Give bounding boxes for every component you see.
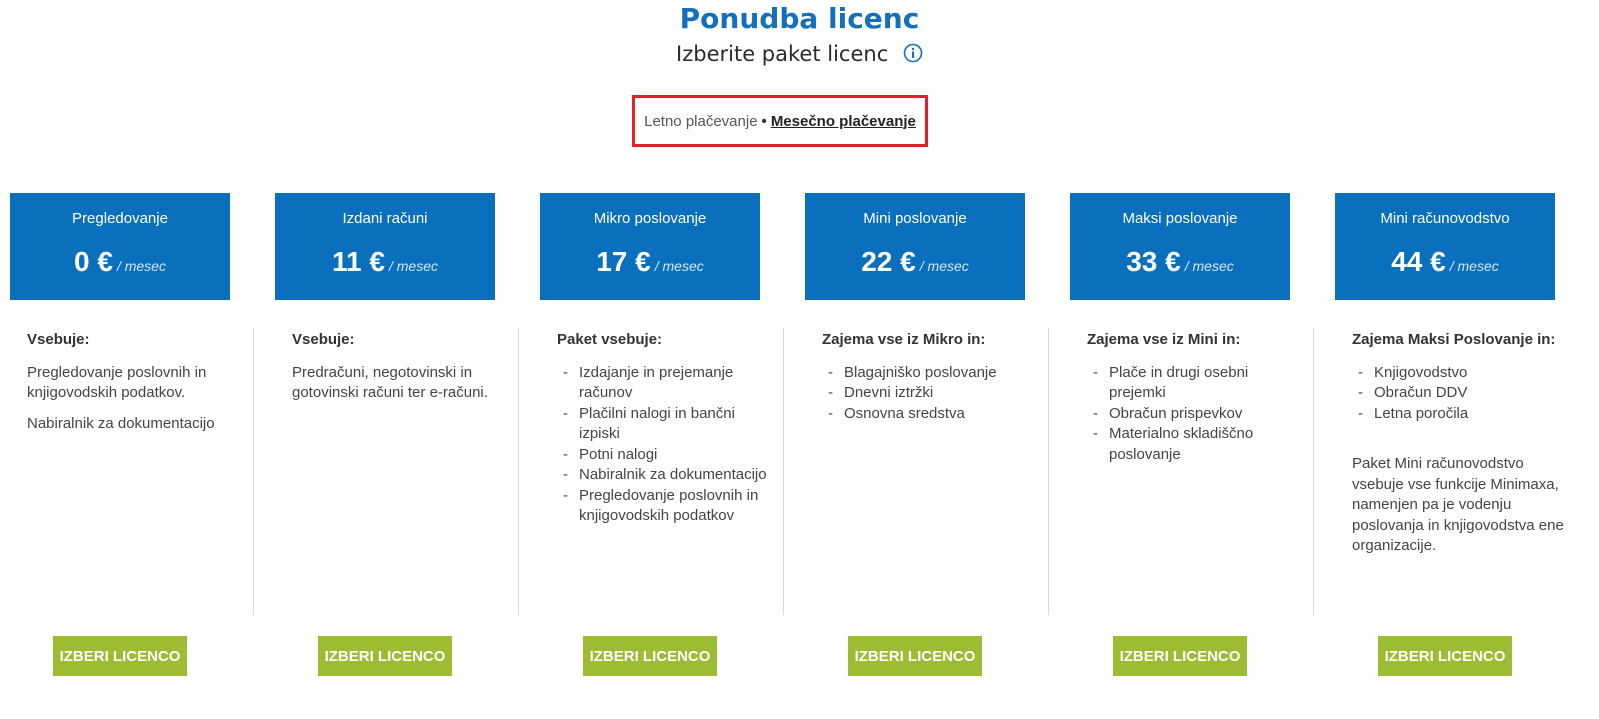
plan-card: Mikro poslovanje 17 € / mesec Paket vsebuje… [518, 193, 805, 693]
plan-name: Maksi poslovanje [1122, 210, 1238, 227]
plan-feature-item: Knjigovodstvo [1352, 363, 1572, 384]
plan-feature-list: Izdajanje in prejemanje računovPlačilni … [557, 363, 777, 527]
plan-card: Pregledovanje 0 € / mesec Vsebuje: Pregledov… [10, 193, 275, 693]
plan-feature-list: Blagajniško poslovanjeDnevni iztržkiOsno… [822, 363, 1042, 425]
plan-feature-item: Izdajanje in prejemanje računov [557, 363, 777, 404]
plan-price: 44 € / mesec [1335, 246, 1555, 278]
billing-toggle: Letno plačevanje • Mesečno plačevanje [632, 95, 928, 147]
plan-features: Vsebuje: Predračuni, negotovinski in goto… [292, 330, 512, 414]
select-license-button[interactable]: IZBERI LICENCO [1378, 636, 1512, 676]
plan-feature-item: Plače in drugi osebni prejemki [1087, 363, 1307, 404]
plan-price-period: / mesec [919, 258, 969, 274]
plan-feature-item: Potni nalogi [557, 445, 777, 466]
annual-billing-link[interactable]: Letno plačevanje [644, 113, 757, 130]
column-divider [518, 328, 519, 615]
plan-price-period: / mesec [1449, 258, 1499, 274]
select-license-button[interactable]: IZBERI LICENCO [318, 636, 452, 676]
plan-feature-list: Plače in drugi osebni prejemkiObračun pr… [1087, 363, 1307, 466]
select-license-button[interactable]: IZBERI LICENCO [53, 636, 187, 676]
plan-price: 0 € / mesec [10, 246, 230, 278]
plan-feature-text: Predračuni, negotovinski in gotovinski r… [292, 363, 488, 402]
page-subtitle: Izberite paket licenc [676, 42, 889, 66]
plan-card: Mini računovodstvo 44 € / mesec Zajema Maks… [1313, 193, 1599, 693]
plan-feature-item: Materialno skladiščno poslovanje [1087, 424, 1307, 465]
plan-name: Mini računovodstvo [1380, 210, 1510, 227]
plan-header: Maksi poslovanje 33 € / mesec [1070, 193, 1290, 300]
plan-price: 33 € / mesec [1070, 246, 1290, 278]
plan-price-period: / mesec [388, 258, 438, 274]
plan-features: Zajema Maksi Poslovanje in: Knjigovodstvo… [1352, 330, 1572, 567]
plan-features: Vsebuje: Pregledovanje poslovnih in knjig… [27, 330, 247, 444]
plan-price-period: / mesec [116, 258, 166, 274]
plan-feature-item: Obračun DDV [1352, 383, 1572, 404]
plan-name: Mikro poslovanje [593, 210, 707, 227]
plan-price-period: / mesec [654, 258, 704, 274]
plan-price: 22 € / mesec [805, 246, 1025, 278]
plan-features-heading: Vsebuje: [27, 331, 90, 348]
plan-name: Pregledovanje [72, 210, 168, 227]
plan-feature-list: KnjigovodstvoObračun DDVLetna poročila [1352, 363, 1572, 425]
plan-header: Izdani računi 11 € / mesec [275, 193, 495, 300]
select-license-button[interactable]: IZBERI LICENCO [1113, 636, 1247, 676]
plan-header: Pregledovanje 0 € / mesec [10, 193, 230, 300]
plan-header: Mikro poslovanje 17 € / mesec [540, 193, 760, 300]
plan-features: Paket vsebuje: Izdajanje in prejemanje ra… [557, 330, 777, 527]
select-license-button[interactable]: IZBERI LICENCO [583, 636, 717, 676]
plan-note: Paket Mini računovodstvo vsebuje vse fun… [1352, 455, 1564, 554]
toggle-separator: • [761, 112, 767, 130]
plan-name: Mini poslovanje [863, 210, 967, 227]
plan-feature-item: Osnovna sredstva [822, 404, 1042, 425]
plan-feature-text: Nabiralnik za dokumentacijo [27, 414, 215, 432]
column-divider [1313, 328, 1314, 615]
plan-price-amount: 33 € [1126, 246, 1181, 277]
plans-grid: Pregledovanje 0 € / mesec Vsebuje: Pregledov… [0, 193, 1599, 693]
plan-card: Izdani računi 11 € / mesec Vsebuje: Predraču… [253, 193, 540, 693]
plan-price-amount: 22 € [861, 246, 916, 277]
monthly-billing-link[interactable]: Mesečno plačevanje [771, 113, 916, 130]
plan-features-heading: Zajema vse iz Mini in: [1087, 331, 1241, 348]
plan-feature-item: Obračun prispevkov [1087, 404, 1307, 425]
plan-price-amount: 0 € [74, 246, 113, 277]
plan-features-heading: Paket vsebuje: [557, 331, 663, 348]
plan-price-amount: 17 € [596, 246, 651, 277]
plan-name: Izdani računi [342, 210, 428, 227]
page-subtitle-row: Izberite paket licenc [0, 42, 1599, 66]
plan-feature-item: Letna poročila [1352, 404, 1572, 425]
plan-features-heading: Vsebuje: [292, 331, 355, 348]
plan-features-heading: Zajema vse iz Mikro in: [822, 331, 986, 348]
plan-feature-item: Dnevni iztržki [822, 383, 1042, 404]
plan-header: Mini poslovanje 22 € / mesec [805, 193, 1025, 300]
column-divider [253, 328, 254, 615]
plan-price-amount: 44 € [1391, 246, 1446, 277]
select-license-button[interactable]: IZBERI LICENCO [848, 636, 982, 676]
plan-price-period: / mesec [1184, 258, 1234, 274]
plan-price: 17 € / mesec [540, 246, 760, 278]
plan-feature-item: Nabiralnik za dokumentacijo [557, 465, 777, 486]
column-divider [783, 328, 784, 615]
plan-features: Zajema vse iz Mikro in: Blagajniško poslo… [822, 330, 1042, 424]
plan-header: Mini računovodstvo 44 € / mesec [1335, 193, 1555, 300]
plan-card: Mini poslovanje 22 € / mesec Zajema vse iz … [783, 193, 1070, 693]
column-divider [1048, 328, 1049, 615]
plan-price-amount: 11 € [332, 246, 385, 277]
plan-feature-text: Pregledovanje poslovnih in knjigovodskih… [27, 363, 207, 402]
plan-features: Zajema vse iz Mini in: Plače in drugi ose… [1087, 330, 1307, 465]
plan-feature-item: Plačilni nalogi in bančni izpiski [557, 404, 777, 445]
plan-feature-item: Blagajniško poslovanje [822, 363, 1042, 384]
plan-feature-item: Pregledovanje poslovnih in knjigovodskih… [557, 486, 777, 527]
info-icon[interactable] [903, 43, 923, 63]
plan-card: Maksi poslovanje 33 € / mesec Zajema vse iz… [1048, 193, 1335, 693]
plan-price: 11 € / mesec [275, 246, 495, 278]
page-title: Ponudba licenc [679, 2, 920, 35]
plan-features-heading: Zajema Maksi Poslovanje in: [1352, 331, 1556, 348]
